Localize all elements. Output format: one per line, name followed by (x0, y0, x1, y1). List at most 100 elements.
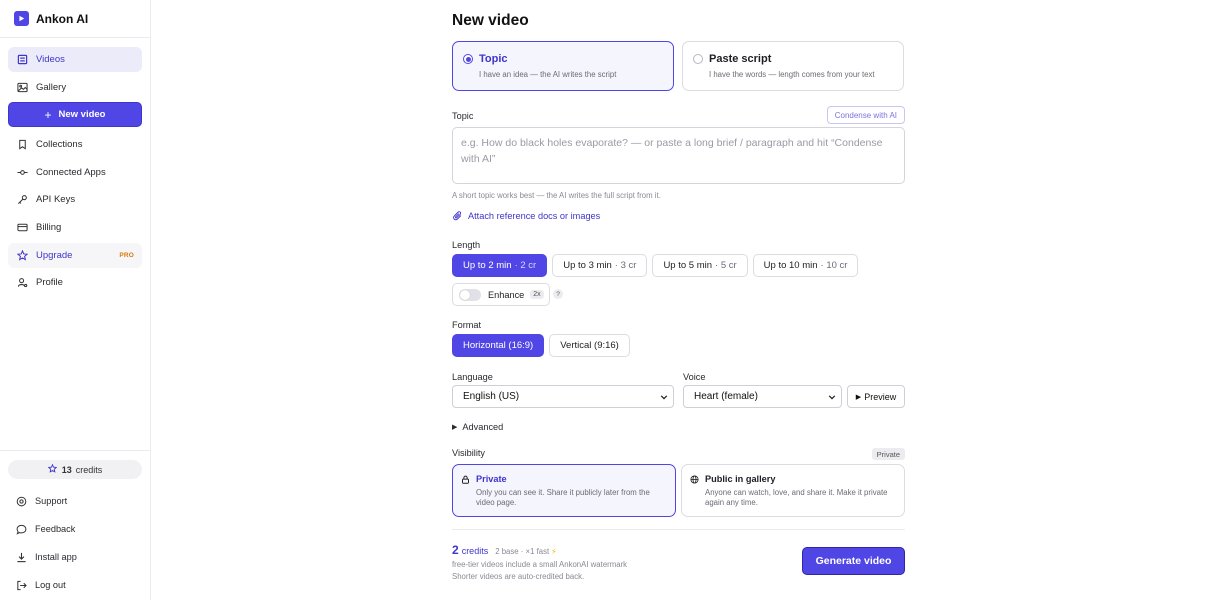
sidebar-item-billing[interactable]: Billing (8, 215, 142, 240)
voice-preview-button[interactable]: ▶ Preview (847, 385, 905, 408)
user-icon (16, 277, 28, 289)
sidebar-item-collections[interactable]: Collections (8, 132, 142, 157)
length-option-3min[interactable]: Up to 3 min · 3 cr (552, 254, 648, 277)
caret-right-icon: ▶ (452, 424, 458, 431)
enhance-label: Enhance (488, 289, 525, 300)
generate-video-button[interactable]: Generate video (802, 547, 905, 575)
install-app-label: Install app (35, 552, 77, 562)
sidebar-item-gallery[interactable]: Gallery (8, 75, 142, 100)
radio-unchecked-icon (693, 54, 703, 64)
sidebar-item-label: API Keys (36, 194, 76, 206)
key-icon (16, 194, 28, 206)
image-icon (16, 81, 28, 93)
visibility-options: Private Only you can see it. Share it pu… (452, 464, 905, 517)
mode-label: Paste script (709, 53, 772, 65)
advanced-label: Advanced (462, 422, 504, 432)
feedback-link[interactable]: Feedback (8, 515, 142, 543)
mode-desc: I have an idea — the AI writes the scrip… (479, 70, 617, 79)
new-video-label: New video (58, 109, 106, 121)
play-logo-icon (14, 11, 29, 26)
attach-reference-link[interactable]: Attach reference docs or images (453, 211, 600, 221)
visibility-option-private[interactable]: Private Only you can see it. Share it pu… (452, 464, 676, 517)
page-title: New video (452, 12, 529, 29)
language-value: English (US) (463, 391, 520, 402)
brand[interactable]: Ankon AI (0, 0, 150, 38)
visibility-option-desc: Only you can see it. Share it publicly l… (476, 488, 650, 507)
sidebar-item-videos[interactable]: Videos (8, 47, 142, 72)
format-label: Format (452, 320, 482, 330)
voice-value: Heart (female) (694, 391, 758, 402)
visibility-option-desc: Anyone can watch, love, and share it. Ma… (705, 488, 888, 507)
length-option-label: Up to 5 min (663, 260, 713, 271)
credits-pill[interactable]: 13 credits (8, 460, 142, 479)
sidebar-item-profile[interactable]: Profile (8, 270, 142, 295)
credit-card-icon (16, 221, 28, 233)
length-option-cost: · 2 cr (514, 260, 537, 271)
advanced-toggle[interactable]: ▶ Advanced (452, 422, 503, 432)
support-label: Support (35, 496, 68, 506)
paperclip-icon (453, 211, 463, 221)
topic-hint: A short topic works best — the AI writes… (452, 191, 661, 200)
bookmark-icon (16, 139, 28, 151)
sidebar-item-label: Profile (36, 277, 63, 289)
help-icon (15, 495, 27, 507)
condense-with-ai-button[interactable]: Condense with AI (826, 106, 905, 124)
support-link[interactable]: Support (8, 487, 142, 515)
brand-name: Ankon AI (36, 11, 89, 26)
mode-label: Topic (479, 53, 508, 65)
sidebar-bottom: 13 credits Support Feedback Install app (0, 450, 150, 599)
mode-option-topic[interactable]: Topic I have an idea — the AI writes the… (452, 41, 674, 91)
sidebar-item-upgrade[interactable]: Upgrade PRO (8, 242, 142, 268)
sidebar-item-connected-apps[interactable]: Connected Apps (8, 160, 142, 185)
format-option-horizontal[interactable]: Horizontal (16:9) (452, 334, 545, 357)
feedback-label: Feedback (35, 524, 76, 534)
sidebar-item-label: Videos (36, 54, 65, 65)
attach-label: Attach reference docs or images (468, 211, 601, 221)
length-option-5min[interactable]: Up to 5 min · 5 cr (652, 254, 748, 277)
language-select[interactable]: English (US) (452, 385, 674, 408)
radio-checked-icon (463, 54, 473, 64)
sidebar-item-label: Gallery (36, 81, 67, 93)
watermark-note: free-tier videos include a small AnkonAI… (452, 560, 628, 569)
topic-input[interactable]: e.g. How do black holes evaporate? — or … (452, 127, 905, 184)
sidebar-item-api-keys[interactable]: API Keys (8, 187, 142, 212)
lightning-icon: ⚡ (551, 547, 557, 556)
credit-breakdown: 2 base · ×1 fast (495, 547, 550, 556)
length-option-label: Up to 3 min (563, 260, 612, 271)
sidebar: Ankon AI Videos Gallery + New video Coll… (0, 0, 151, 600)
visibility-option-label: Public in gallery (705, 474, 776, 484)
length-option-label: Up to 2 min (463, 260, 512, 271)
logout-icon (15, 579, 27, 591)
pro-badge: PRO (119, 251, 134, 259)
sidebar-item-label: Upgrade (36, 249, 73, 261)
lock-icon (461, 475, 470, 484)
credit-summary: 2 credits 2 base · ×1 fast ⚡ (452, 543, 557, 557)
install-app-link[interactable]: Install app (8, 543, 142, 571)
format-option-vertical[interactable]: Vertical (9:16) (549, 334, 630, 357)
new-video-button[interactable]: + New video (8, 102, 142, 128)
visibility-option-public[interactable]: Public in gallery Anyone can watch, love… (681, 464, 905, 517)
plus-icon: + (44, 107, 52, 122)
mode-option-paste-script[interactable]: Paste script I have the words — length c… (682, 41, 904, 91)
length-option-cost: · 3 cr (614, 260, 637, 271)
globe-icon (690, 474, 699, 484)
credits-count: 13 (61, 464, 72, 475)
length-option-10min[interactable]: Up to 10 min · 10 cr (752, 254, 859, 277)
star-icon (16, 249, 28, 261)
length-option-label: Up to 10 min (763, 260, 818, 271)
length-option-cost: · 10 cr (820, 260, 848, 271)
star-icon (47, 463, 58, 475)
plug-icon (16, 166, 28, 178)
help-icon[interactable]: ? (553, 289, 563, 299)
logout-link[interactable]: Log out (8, 571, 142, 599)
visibility-status-badge: Private (871, 448, 905, 460)
download-icon (15, 551, 27, 563)
mode-selector: Topic I have an idea — the AI writes the… (452, 41, 905, 91)
enhance-toggle[interactable] (459, 288, 481, 301)
chat-icon (15, 523, 27, 535)
divider (452, 529, 905, 530)
sidebar-item-label: Billing (36, 221, 62, 233)
length-option-2min[interactable]: Up to 2 min · 2 cr (452, 254, 548, 277)
voice-select[interactable]: Heart (female) (683, 385, 842, 408)
chevron-down-icon (828, 393, 836, 404)
